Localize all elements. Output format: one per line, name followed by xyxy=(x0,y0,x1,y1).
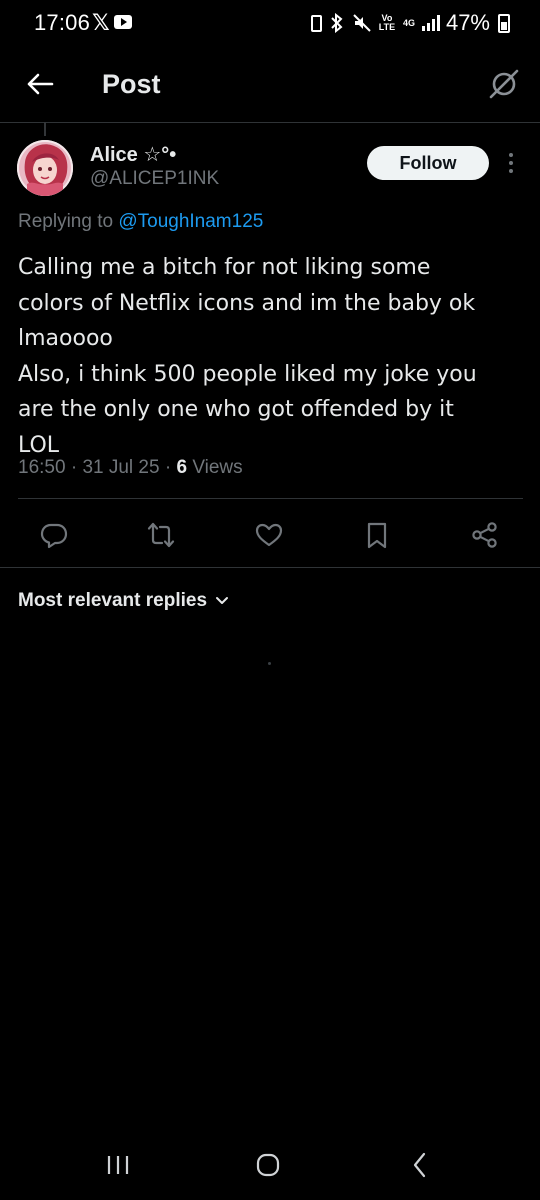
replies-sort-dropdown[interactable]: Most relevant replies xyxy=(18,590,229,612)
recent-apps-button[interactable] xyxy=(98,1150,138,1180)
reply-icon xyxy=(40,523,68,549)
status-time: 17:06 xyxy=(34,10,91,35)
volte-label: Vo LTE xyxy=(378,13,396,32)
post-meta: 16:50 · 31 Jul 25 · 6 Views xyxy=(18,457,243,479)
system-back-button[interactable] xyxy=(400,1150,440,1180)
author-handle[interactable]: @ALICEP1INK xyxy=(90,168,219,190)
post-actions-bar xyxy=(0,510,540,560)
reply-button[interactable] xyxy=(39,520,69,550)
mute-icon xyxy=(353,14,371,32)
replies-sort-label: Most relevant replies xyxy=(18,590,208,611)
post-date: 31 Jul 25 xyxy=(82,457,160,478)
replying-mention-link[interactable]: @ToughInam125 xyxy=(118,211,263,232)
replying-prefix: Replying to xyxy=(18,211,119,232)
loading-indicator xyxy=(268,662,271,665)
more-options-button[interactable] xyxy=(503,150,519,176)
actions-divider xyxy=(0,567,540,568)
meta-separator: · xyxy=(70,457,78,478)
author-name[interactable]: Alice ☆°• xyxy=(90,142,176,167)
like-button[interactable] xyxy=(254,520,284,550)
top-app-bar: Post xyxy=(0,56,540,118)
page-title: Post xyxy=(102,69,161,99)
share-button[interactable] xyxy=(470,520,500,550)
post-text-line: Calling me a bitch for not liking some xyxy=(18,255,431,280)
bluetooth-icon xyxy=(331,13,343,33)
bookmark-button[interactable] xyxy=(362,520,392,550)
more-dot-icon xyxy=(509,153,513,157)
status-bar: 17:06 𝕏 Vo LTE 4G 47% xyxy=(0,0,540,46)
x-app-icon: 𝕏 xyxy=(92,10,110,35)
battery-saver-icon xyxy=(310,14,322,32)
post-text-line: colors of Netflix icons and im the baby … xyxy=(18,290,476,316)
battery-icon xyxy=(498,13,510,33)
grok-icon xyxy=(489,69,519,99)
post-text-line: are the only one who got offended by it xyxy=(18,397,454,422)
arrow-left-icon xyxy=(27,73,54,95)
recent-apps-icon xyxy=(107,1156,129,1174)
chevron-down-icon xyxy=(216,597,229,604)
share-icon xyxy=(472,522,497,548)
views-count[interactable]: 6 xyxy=(176,457,187,478)
post-time: 16:50 xyxy=(18,457,66,478)
post-text-line: Also, i think 500 people liked my joke y… xyxy=(18,361,477,387)
repost-button[interactable] xyxy=(146,520,176,550)
back-button[interactable] xyxy=(22,66,58,102)
more-dot-icon xyxy=(509,161,513,165)
status-indicators: Vo LTE 4G 47% xyxy=(310,10,510,36)
network-type-label: 4G xyxy=(402,17,415,28)
header-divider xyxy=(0,122,540,123)
home-icon xyxy=(256,1153,280,1177)
signal-icon xyxy=(421,15,440,31)
meta-divider xyxy=(18,498,523,499)
replying-to: Replying to @ToughInam125 xyxy=(18,211,263,233)
avatar[interactable] xyxy=(17,140,73,196)
bookmark-icon xyxy=(367,522,387,549)
youtube-icon xyxy=(114,15,132,29)
post-text-line: lmaoooo xyxy=(18,326,113,351)
post-text: Calling me a bitch for not liking some c… xyxy=(18,250,524,463)
chevron-left-icon xyxy=(413,1152,426,1178)
battery-percent: 47% xyxy=(445,10,490,35)
more-dot-icon xyxy=(509,169,513,173)
heart-icon xyxy=(255,523,283,547)
follow-button[interactable]: Follow xyxy=(367,146,489,180)
thread-connector-line xyxy=(44,122,46,136)
meta-separator: · xyxy=(164,457,172,478)
home-button[interactable] xyxy=(248,1150,288,1180)
repost-icon xyxy=(147,522,175,548)
avatar-image xyxy=(17,140,73,196)
grok-button[interactable] xyxy=(486,66,522,102)
system-navigation-bar xyxy=(0,1130,540,1200)
views-label[interactable]: Views xyxy=(192,457,242,478)
